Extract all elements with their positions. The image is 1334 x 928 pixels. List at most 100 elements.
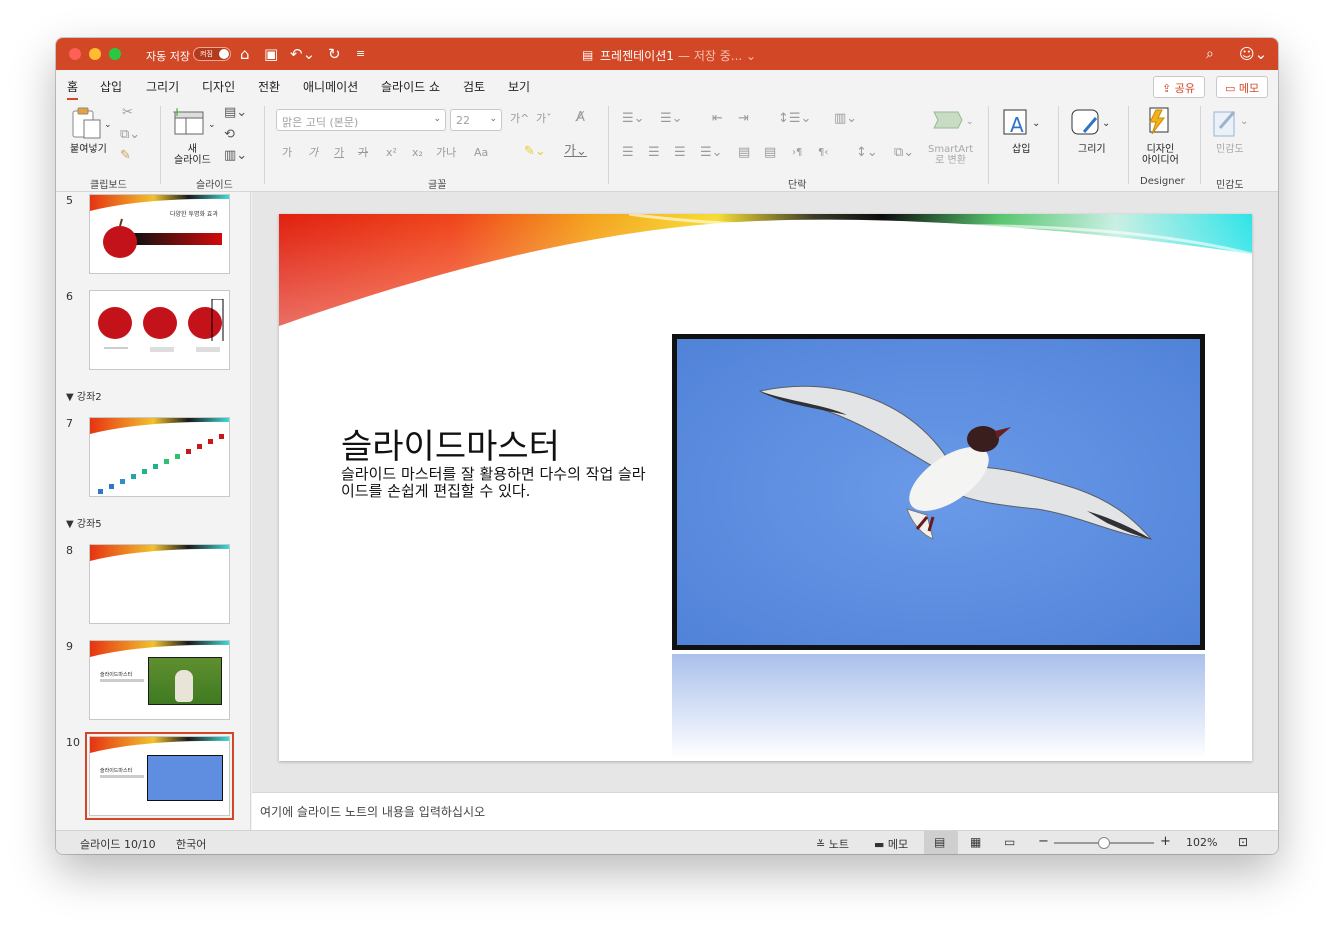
underline-button[interactable]: 가 xyxy=(334,146,344,160)
tab-review[interactable]: 검토 xyxy=(463,78,485,95)
arrange-icon[interactable]: ⧉⌄ xyxy=(894,146,914,160)
sensitivity-icon[interactable]: ⌄ xyxy=(1212,106,1252,140)
justify-icon[interactable]: ☰⌄ xyxy=(700,146,723,160)
minimize-window-button[interactable] xyxy=(89,48,101,60)
customize-toolbar-icon[interactable]: ≡ xyxy=(356,44,365,64)
phonetic-guide-button[interactable]: 가나 xyxy=(436,146,456,160)
slide-thumbnail-8[interactable] xyxy=(89,544,230,624)
rtl-icon[interactable]: ¶‹ xyxy=(818,146,828,160)
seagull-photo[interactable] xyxy=(672,334,1205,650)
section-header[interactable]: ▼ 강좌5 xyxy=(66,515,102,530)
slide-title[interactable]: 슬라이드마스터 xyxy=(341,419,560,468)
notes-toggle-label: 노트 xyxy=(828,838,849,851)
bullets-icon[interactable]: ☰⌄ xyxy=(622,112,645,126)
zoom-window-button[interactable] xyxy=(109,48,121,60)
copy-icon[interactable]: ⧉⌄ xyxy=(120,128,140,142)
line-spacing-icon[interactable]: ↕☰⌄ xyxy=(778,112,811,126)
subscript-button[interactable]: x₂ xyxy=(412,146,423,160)
text-direction-icon[interactable]: ▤ xyxy=(764,146,776,160)
smartart-icon[interactable]: ⌄ xyxy=(932,108,976,134)
font-name-value: 맑은 고딕 (본문) xyxy=(282,116,359,129)
insert-textbox-icon[interactable]: A ⌄ xyxy=(1002,106,1042,140)
slide-thumbnail-5[interactable]: 다양한 투명화 효과 xyxy=(89,194,230,274)
zoom-slider-knob[interactable] xyxy=(1098,837,1110,849)
current-slide[interactable]: 슬라이드마스터 슬라이드 마스터를 잘 활용하면 다수의 작업 슬라이드를 손쉽… xyxy=(279,214,1252,761)
section-header[interactable]: ▼ 강좌2 xyxy=(66,388,102,403)
tab-transitions[interactable]: 전환 xyxy=(258,78,280,95)
zoom-in-button[interactable]: + xyxy=(1160,834,1171,849)
align-right-icon[interactable]: ☰ xyxy=(674,146,686,160)
tab-home[interactable]: 홈 xyxy=(67,78,79,100)
slide-thumbnail-10[interactable]: 슬라이드마스터 xyxy=(85,732,234,820)
new-slide-dropdown-icon[interactable]: ⌄ xyxy=(208,118,216,132)
svg-text:⌄: ⌄ xyxy=(966,117,974,127)
close-window-button[interactable] xyxy=(69,48,81,60)
zoom-out-button[interactable]: − xyxy=(1038,834,1049,849)
numbering-icon[interactable]: ☰⌄ xyxy=(660,112,683,126)
comments-toggle[interactable]: ▬ 메모 xyxy=(874,836,908,852)
font-size-combo[interactable]: 22 ⌄ xyxy=(450,109,502,131)
paste-dropdown-icon[interactable]: ⌄ xyxy=(104,118,112,132)
tab-draw[interactable]: 그리기 xyxy=(146,78,179,95)
draw-shape-icon[interactable]: ⌄ xyxy=(1070,106,1114,140)
align-text-icon[interactable]: ↕⌄ xyxy=(856,146,878,160)
ltr-icon[interactable]: ›¶ xyxy=(792,146,802,160)
slide-thumbnail-9[interactable]: 슬라이드마스터 xyxy=(89,640,230,720)
slideshow-view-icon[interactable]: ▭ xyxy=(1004,835,1015,849)
sensitivity-label: 민감도 xyxy=(1216,144,1244,155)
slide-thumbnail-6[interactable] xyxy=(89,290,230,370)
search-icon[interactable]: ⌕ xyxy=(1206,44,1214,64)
bold-button[interactable]: 가 xyxy=(282,146,292,160)
insert-label: 삽입 xyxy=(1012,144,1031,155)
section-icon[interactable]: ▥⌄ xyxy=(224,149,247,163)
redo-icon[interactable]: ↻ xyxy=(328,44,341,64)
slide-body-text[interactable]: 슬라이드 마스터를 잘 활용하면 다수의 작업 슬라이드를 손쉽게 편집할 수 … xyxy=(341,466,651,500)
align-left-icon[interactable]: ☰ xyxy=(622,146,634,160)
increase-indent-icon[interactable]: ⇥ xyxy=(738,112,749,126)
font-name-combo[interactable]: 맑은 고딕 (본문) ⌄ xyxy=(276,109,446,131)
change-case-button[interactable]: Aa xyxy=(474,146,488,160)
slide-thumbnail-7[interactable] xyxy=(89,417,230,497)
format-painter-icon[interactable]: ✎ xyxy=(120,149,131,163)
undo-icon[interactable]: ↶⌄ xyxy=(290,44,315,64)
notes-toggle[interactable]: ≚ 노트 xyxy=(816,836,849,852)
design-ideas-icon[interactable] xyxy=(1144,106,1174,140)
tab-slideshow[interactable]: 슬라이드 쇼 xyxy=(381,78,440,95)
decrease-indent-icon[interactable]: ⇤ xyxy=(712,112,723,126)
comments-button[interactable]: ▭ 메모 xyxy=(1216,76,1268,98)
slide-number: 7 xyxy=(66,417,73,430)
autosave-toggle[interactable]: 켜짐 xyxy=(193,47,231,61)
tab-insert[interactable]: 삽입 xyxy=(100,78,122,95)
tab-animations[interactable]: 애니메이션 xyxy=(303,78,358,95)
highlight-color-icon[interactable]: ✎⌄ xyxy=(524,145,546,159)
zoom-level[interactable]: 102% xyxy=(1186,836,1217,849)
superscript-button[interactable]: x² xyxy=(386,146,397,160)
fit-to-window-icon[interactable]: ⊡ xyxy=(1238,835,1248,849)
tab-view[interactable]: 보기 xyxy=(508,78,530,95)
language-indicator[interactable]: 한국어 xyxy=(176,836,206,852)
reset-slide-icon[interactable]: ⟲ xyxy=(224,128,235,142)
clear-formatting-icon[interactable]: A̸ xyxy=(576,111,585,125)
slide-sorter-icon[interactable]: ▦ xyxy=(970,835,981,849)
strikethrough-button[interactable]: 가 xyxy=(358,146,368,160)
decrease-font-icon[interactable]: 가ˇ xyxy=(536,112,552,126)
font-color-icon[interactable]: 가⌄ xyxy=(564,145,587,159)
zoom-slider[interactable] xyxy=(1054,837,1154,849)
layout-icon[interactable]: ▤⌄ xyxy=(224,106,247,120)
columns-icon[interactable]: ▥⌄ xyxy=(834,112,857,126)
home-icon[interactable]: ⌂ xyxy=(240,44,250,64)
distributed-icon[interactable]: ▤ xyxy=(738,146,750,160)
new-slide-icon[interactable]: + xyxy=(172,106,206,138)
save-icon[interactable]: ▣ xyxy=(264,44,278,64)
paste-icon[interactable] xyxy=(70,106,102,140)
align-center-icon[interactable]: ☰ xyxy=(648,146,660,160)
italic-button[interactable]: 가 xyxy=(308,146,318,160)
normal-view-button[interactable]: ▤ xyxy=(924,831,958,854)
tab-design[interactable]: 디자인 xyxy=(202,78,235,95)
share-button[interactable]: ⇪ 공유 xyxy=(1153,76,1205,98)
feedback-smiley-icon[interactable]: ☺⌄ xyxy=(1239,44,1267,64)
increase-font-icon[interactable]: 가^ xyxy=(510,112,529,126)
cut-icon[interactable]: ✂ xyxy=(122,106,133,120)
notes-pane[interactable]: 여기에 슬라이드 노트의 내용을 입력하십시오 xyxy=(252,792,1278,830)
comment-icon: ▭ xyxy=(1225,82,1239,95)
